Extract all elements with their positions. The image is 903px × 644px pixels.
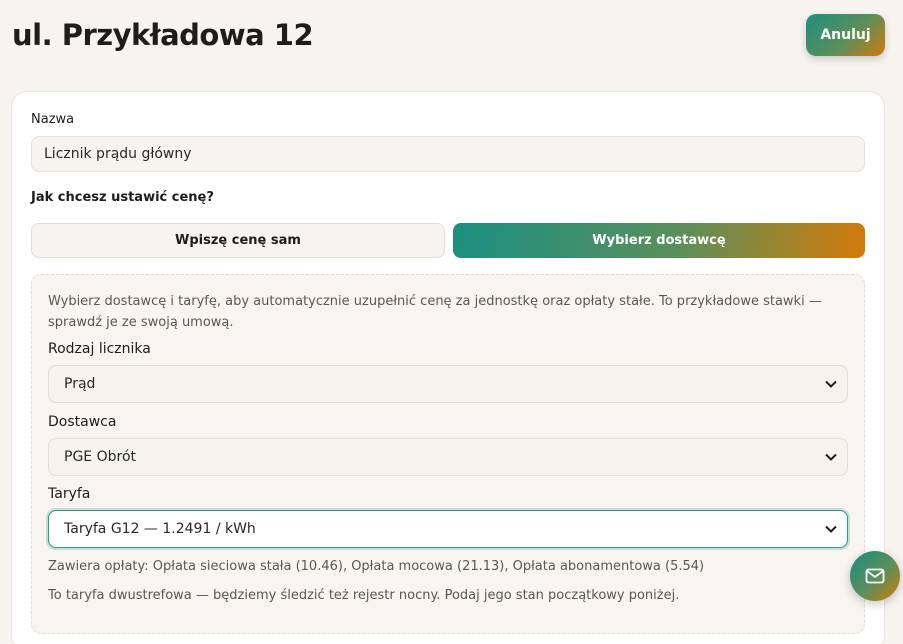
tariff-value: Taryfa G12 — 1.2491 / kWh [64, 521, 256, 537]
tariff-select[interactable]: Taryfa G12 — 1.2491 / kWh [48, 510, 848, 548]
cancel-button[interactable]: Anuluj [806, 14, 885, 56]
meter-type-value: Prąd [64, 376, 96, 392]
provider-select[interactable]: PGE Obrót [48, 438, 848, 476]
mail-icon [865, 568, 885, 584]
provider-label: Dostawca [48, 414, 117, 430]
chevron-down-icon [825, 523, 837, 535]
meter-type-select[interactable]: Prąd [48, 365, 848, 403]
name-input[interactable] [31, 136, 865, 172]
name-label: Nazwa [31, 112, 75, 127]
choose-provider-button[interactable]: Wybierz dostawcę [453, 223, 865, 258]
meter-type-label: Rodzaj licznika [48, 341, 151, 357]
fees-note: Zawiera opłaty: Opłata sieciowa stała (1… [48, 559, 705, 574]
tariff-label: Taryfa [48, 486, 91, 502]
chevron-down-icon [825, 378, 837, 390]
page-header: ul. Przykładowa 12 Anuluj [12, 14, 885, 56]
chevron-down-icon [825, 451, 837, 463]
meter-form-card: Nazwa Jak chcesz ustawić cenę? Wpiszę ce… [11, 91, 885, 644]
price-question-label: Jak chcesz ustawić cenę? [31, 190, 214, 205]
contact-fab-button[interactable] [850, 551, 900, 601]
manual-price-button[interactable]: Wpiszę cenę sam [31, 223, 445, 258]
dual-zone-note: To taryfa dwustrefowa — będziemy śledzić… [48, 588, 680, 603]
provider-panel: Wybierz dostawcę i taryfę, aby automatyc… [31, 274, 865, 634]
page-title: ul. Przykładowa 12 [12, 18, 314, 52]
provider-value: PGE Obrót [64, 449, 136, 465]
provider-hint: Wybierz dostawcę i taryfę, aby automatyc… [48, 294, 822, 330]
